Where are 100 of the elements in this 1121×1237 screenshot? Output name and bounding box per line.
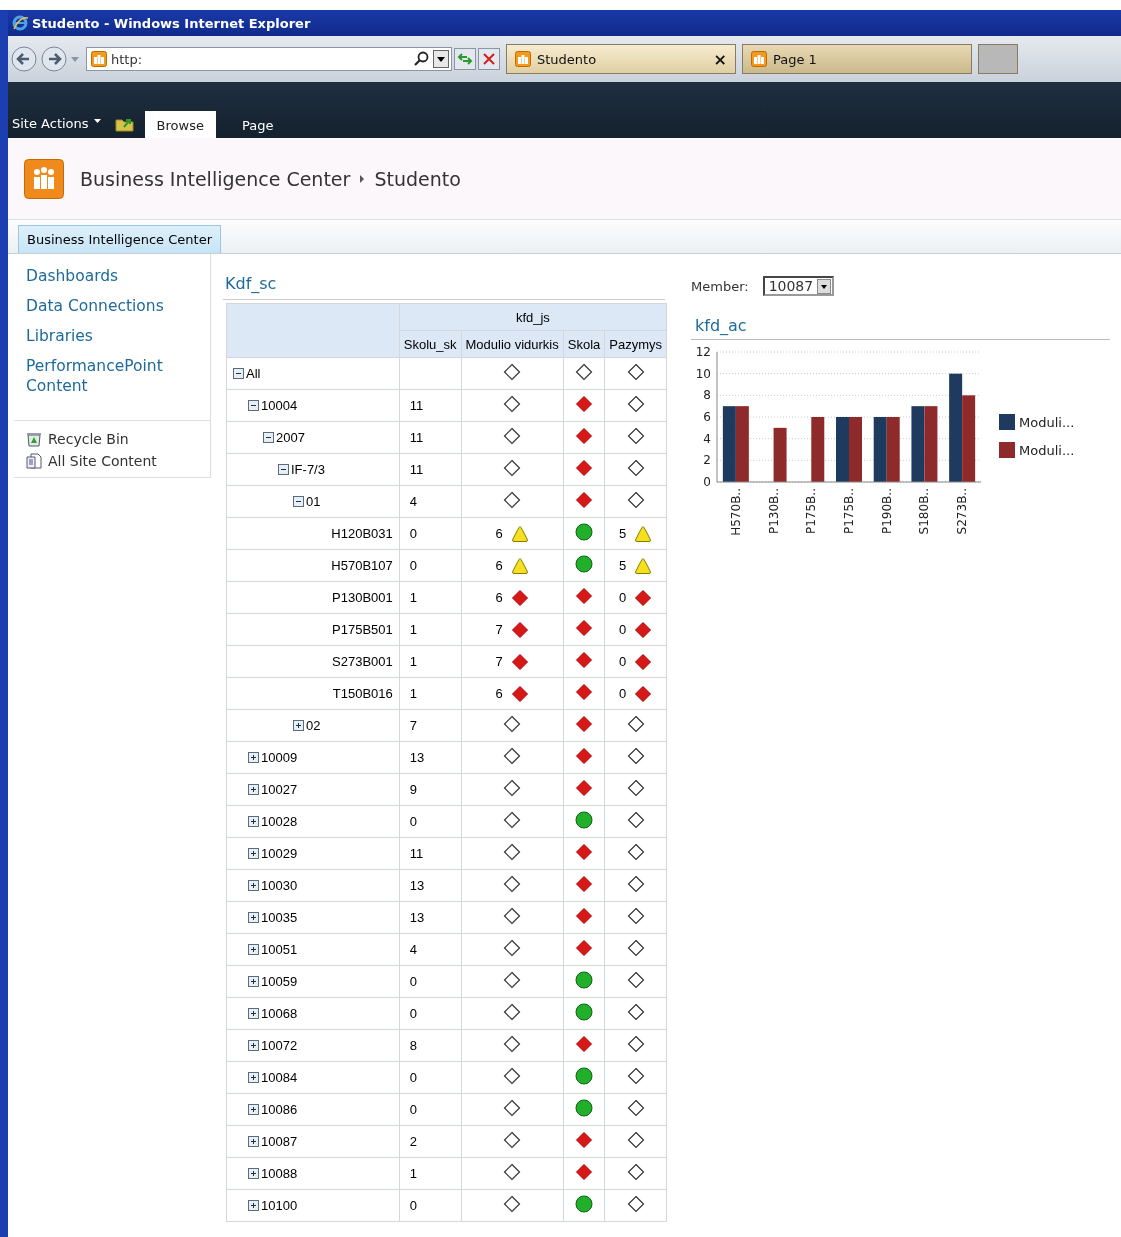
expand-icon[interactable]	[248, 911, 259, 923]
row-label: P175B501	[332, 622, 393, 637]
row-label: 10086	[261, 1101, 298, 1117]
collapse-icon[interactable]	[263, 431, 274, 443]
table-cell: 1	[399, 645, 462, 678]
expand-icon[interactable]	[248, 1135, 259, 1147]
table-cell: 1	[399, 1157, 462, 1190]
diamond-icon	[503, 427, 522, 445]
table-cell: 5	[619, 558, 627, 573]
collapse-icon[interactable]	[293, 495, 304, 507]
site-icon	[91, 51, 107, 67]
collapse-icon[interactable]	[248, 399, 259, 411]
dropdown-button[interactable]	[433, 50, 449, 68]
table-cell: 0	[619, 686, 627, 701]
expand-icon[interactable]	[248, 1007, 259, 1019]
circle-icon	[575, 971, 593, 989]
sidebar-link[interactable]: All Site Content	[26, 453, 210, 469]
expand-icon[interactable]	[248, 783, 259, 795]
table-cell: 0	[619, 622, 627, 637]
circle-icon	[575, 555, 593, 573]
row-label: All	[246, 365, 261, 381]
expand-icon[interactable]	[248, 1103, 259, 1115]
caret-icon	[93, 118, 101, 123]
circle-icon	[575, 1099, 593, 1117]
row-label: P130B001	[332, 590, 393, 605]
sidebar-link[interactable]: Recycle Bin	[26, 431, 210, 447]
table-cell: 0	[399, 1093, 462, 1126]
expand-icon[interactable]	[248, 1071, 259, 1083]
diamond-icon	[626, 1195, 645, 1213]
row-label: 10088	[261, 1165, 298, 1181]
refresh-button[interactable]	[454, 48, 476, 70]
legend-label: Moduli...	[1019, 443, 1075, 458]
diamond-icon	[503, 1067, 522, 1085]
forward-button[interactable]	[40, 45, 68, 73]
sidebar-link[interactable]: Dashboards	[26, 262, 210, 290]
table-cell: 7	[495, 622, 503, 637]
row-label: 10059	[261, 973, 298, 989]
table-cell: 0	[399, 517, 462, 550]
table-cell: 6	[495, 686, 503, 701]
expand-icon[interactable]	[248, 847, 259, 859]
member-dropdown[interactable]: 10087	[762, 276, 835, 296]
diamond-icon	[575, 715, 593, 733]
row-label: 10004	[261, 397, 298, 413]
browser-tab[interactable]: Page 1	[742, 44, 972, 74]
expand-icon[interactable]	[248, 879, 259, 891]
expand-icon[interactable]	[248, 943, 259, 955]
diamond-icon	[503, 1099, 522, 1117]
table-cell: 0	[399, 1189, 462, 1222]
chart-title: kfd_ac	[691, 316, 1110, 340]
search-icon[interactable]	[413, 51, 429, 67]
collapse-icon[interactable]	[233, 367, 244, 379]
circle-icon	[575, 1003, 593, 1021]
back-button[interactable]	[10, 45, 38, 73]
diamond-icon	[503, 843, 522, 861]
expand-icon[interactable]	[248, 975, 259, 987]
sidebar-link[interactable]: Libraries	[26, 322, 210, 350]
diamond-icon	[575, 747, 593, 765]
expand-icon[interactable]	[293, 719, 304, 731]
legend-swatch	[999, 414, 1015, 430]
ribbon-tab[interactable]: Browse	[144, 111, 216, 138]
address-field[interactable]: http:	[86, 47, 452, 71]
collapse-icon[interactable]	[278, 463, 289, 475]
expand-icon[interactable]	[248, 1199, 259, 1211]
diamond-icon	[575, 779, 593, 797]
address-text: http:	[111, 51, 143, 67]
nav-tab[interactable]: Business Intelligence Center	[18, 225, 221, 253]
diamond-icon	[626, 939, 645, 957]
diamond-icon	[503, 779, 522, 797]
legend-swatch	[999, 442, 1015, 458]
ribbon-tab[interactable]: Page	[229, 111, 286, 138]
table-cell: 4	[399, 485, 462, 518]
chart-bar	[873, 417, 887, 482]
diamond-icon	[510, 620, 529, 639]
sidebar-link[interactable]: Data Connections	[26, 292, 210, 320]
diamond-icon	[626, 1099, 645, 1117]
close-button[interactable]: ×	[713, 49, 727, 69]
expand-icon[interactable]	[248, 1039, 259, 1051]
diamond-icon	[575, 907, 593, 925]
sidebar-link[interactable]: PerformancePoint Content	[26, 352, 210, 400]
breadcrumb-link[interactable]: Business Intelligence Center	[80, 167, 351, 190]
browser-tab[interactable]: Studento ×	[506, 44, 736, 74]
expand-icon[interactable]	[248, 751, 259, 763]
site-logo-icon	[24, 158, 64, 199]
row-label: 10009	[261, 749, 298, 765]
diamond-icon	[503, 939, 522, 957]
diamond-icon	[503, 715, 522, 733]
breadcrumb-arrow-icon	[360, 174, 365, 183]
diamond-icon	[626, 491, 645, 509]
site-actions-menu[interactable]: Site Actions	[12, 116, 101, 138]
expand-icon[interactable]	[248, 1167, 259, 1179]
diamond-icon	[626, 715, 645, 733]
stop-button[interactable]	[478, 48, 500, 70]
diamond-icon	[626, 971, 645, 989]
expand-icon[interactable]	[248, 815, 259, 827]
column-header: Modulio vidurkis	[461, 330, 564, 358]
caret-icon	[817, 278, 832, 294]
row-label: 10100	[261, 1197, 298, 1213]
table-cell: 7	[495, 654, 503, 669]
axis-tick-label: 6	[703, 410, 711, 424]
diamond-icon	[626, 1163, 645, 1181]
